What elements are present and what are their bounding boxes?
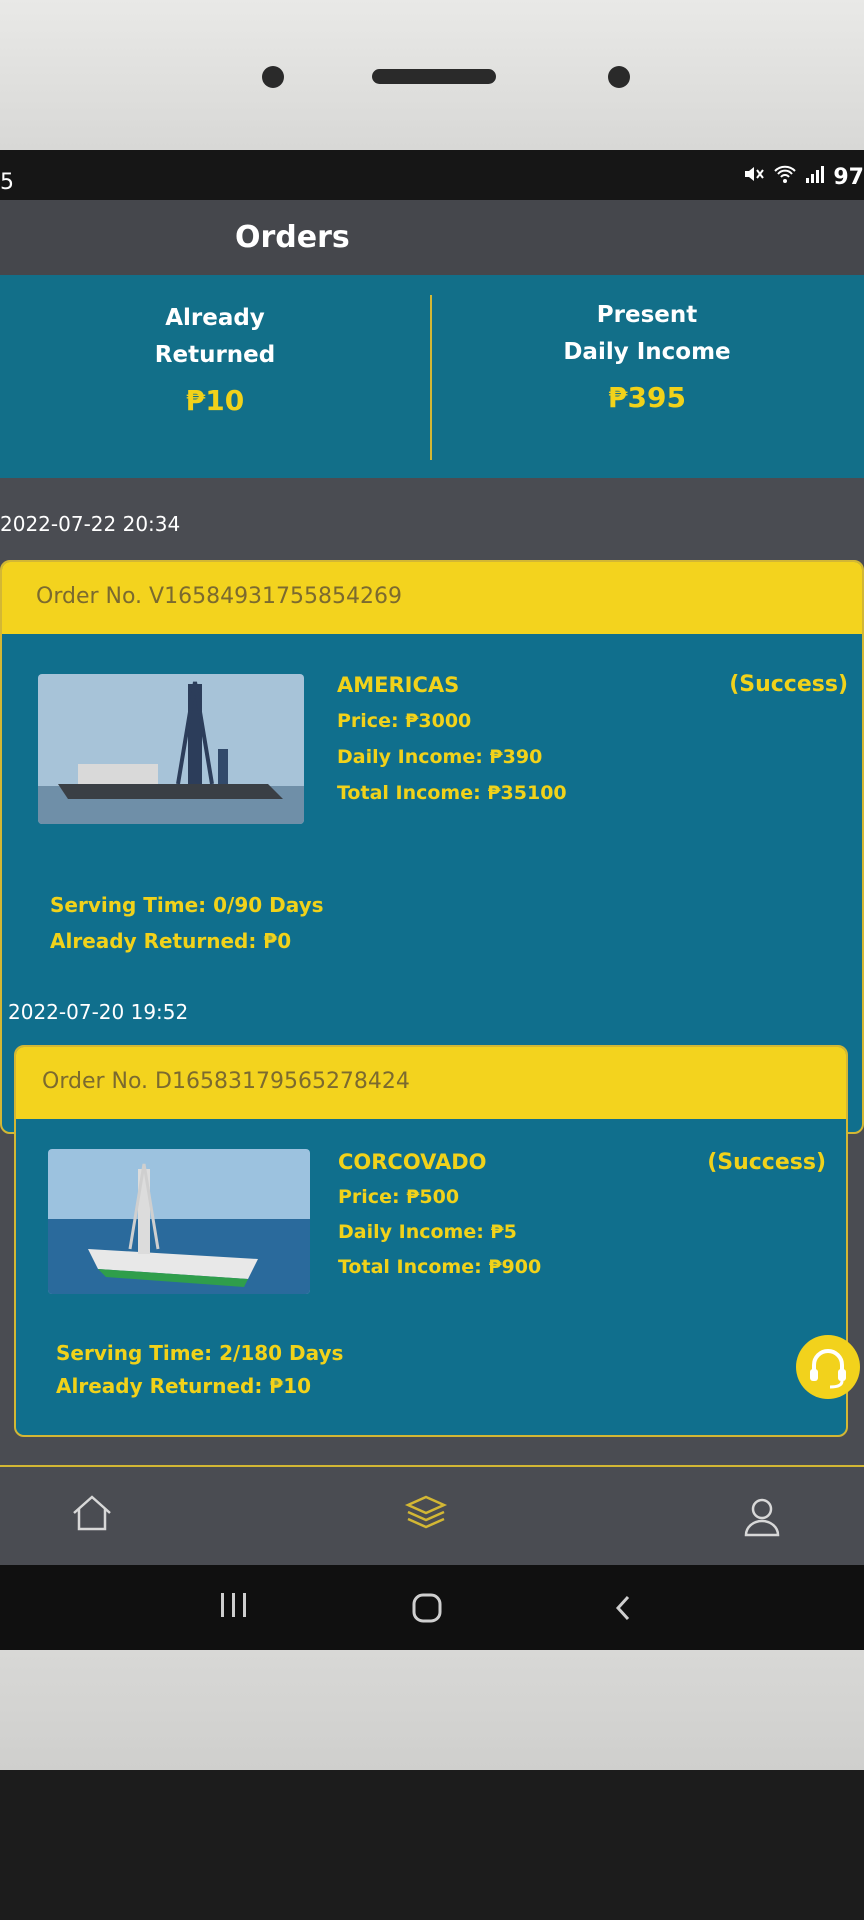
product-name: CORCOVADO [338, 1150, 487, 1174]
device-bezel-bottom [0, 1650, 864, 1770]
home-system-button[interactable] [410, 1591, 444, 1629]
product-image [48, 1149, 310, 1294]
already-returned: Already Returned: ₱10 [56, 1374, 312, 1398]
order-info: AMERICAS Price: ₱3000 Daily Income: ₱390… [337, 667, 567, 811]
product-name: AMERICAS [337, 673, 460, 697]
customer-support-button[interactable] [796, 1335, 860, 1399]
home-icon [73, 1495, 111, 1531]
already-returned-label-line2: Returned [154, 342, 276, 368]
order-card-header: Order No. V16584931755854269 [2, 562, 862, 634]
nav-orders[interactable] [404, 1493, 448, 1537]
back-button[interactable] [610, 1591, 636, 1629]
home-circle-icon [412, 1593, 442, 1623]
title-bar: Orders [0, 200, 864, 275]
headset-icon [810, 1349, 846, 1389]
earpiece-speaker [372, 69, 496, 84]
serving-time: Serving Time: 0/90 Days [50, 893, 324, 917]
order-card[interactable]: Order No. D16583179565278424 CORCOVADO P… [14, 1045, 848, 1437]
screen: 5 97 Orders Already Returned ₱10 Present… [0, 150, 864, 1650]
status-time: 5 [0, 170, 14, 195]
profile-icon [744, 1498, 780, 1537]
total-income: Total Income: ₱35100 [337, 782, 567, 804]
order-number: Order No. V16584931755854269 [36, 584, 403, 609]
recent-apps-button[interactable] [218, 1591, 250, 1625]
price: Price: ₱3000 [337, 710, 472, 732]
background-surface [0, 1770, 864, 1920]
daily-income: Daily Income: ₱5 [338, 1221, 517, 1243]
orders-icon [404, 1495, 448, 1529]
daily-income-label-line1: Present [596, 302, 698, 328]
product-image [38, 674, 304, 824]
page-title: Orders [235, 220, 350, 255]
recent-apps-icon [221, 1593, 246, 1617]
signal-icon [805, 164, 825, 190]
already-returned-summary: Already Returned ₱10 [0, 300, 430, 417]
order-status: (Success) [707, 1150, 826, 1175]
serving-time: Serving Time: 2/180 Days [56, 1341, 344, 1365]
order-status: (Success) [729, 672, 848, 697]
front-sensor [262, 66, 284, 88]
summary-panel: Already Returned ₱10 Present Daily Incom… [0, 275, 864, 478]
already-returned: Already Returned: ₱0 [50, 929, 292, 953]
battery-level: 97 [833, 164, 864, 190]
already-returned-value: ₱10 [185, 384, 245, 417]
daily-income: Daily Income: ₱390 [337, 746, 543, 768]
daily-income-label-line2: Daily Income [563, 339, 731, 365]
mute-icon [743, 164, 765, 190]
order-number: Order No. D16583179565278424 [42, 1069, 410, 1094]
status-icons: 97 [743, 164, 864, 190]
order-date: 2022-07-20 19:52 [8, 1000, 189, 1024]
nav-profile[interactable] [740, 1495, 784, 1543]
status-bar: 5 97 [0, 150, 864, 200]
device-bezel-top [0, 0, 864, 150]
back-icon [615, 1595, 630, 1621]
system-navigation-bar [0, 1565, 864, 1650]
price: Price: ₱500 [338, 1186, 460, 1208]
order-info: CORCOVADO Price: ₱500 Daily Income: ₱5 T… [338, 1145, 541, 1285]
serving-info: Serving Time: 2/180 Days Already Returne… [56, 1337, 343, 1403]
bottom-nav [0, 1465, 864, 1567]
order-date: 2022-07-22 20:34 [0, 512, 181, 536]
total-income: Total Income: ₱900 [338, 1256, 542, 1278]
serving-info: Serving Time: 0/90 Days Already Returned… [50, 887, 324, 959]
daily-income-value: ₱395 [608, 381, 686, 414]
daily-income-summary: Present Daily Income ₱395 [432, 297, 862, 414]
already-returned-label-line1: Already [165, 305, 265, 331]
front-camera [608, 66, 630, 88]
wifi-icon [773, 164, 797, 190]
order-card-header: Order No. D16583179565278424 [16, 1047, 846, 1119]
nav-home[interactable] [70, 1493, 114, 1537]
